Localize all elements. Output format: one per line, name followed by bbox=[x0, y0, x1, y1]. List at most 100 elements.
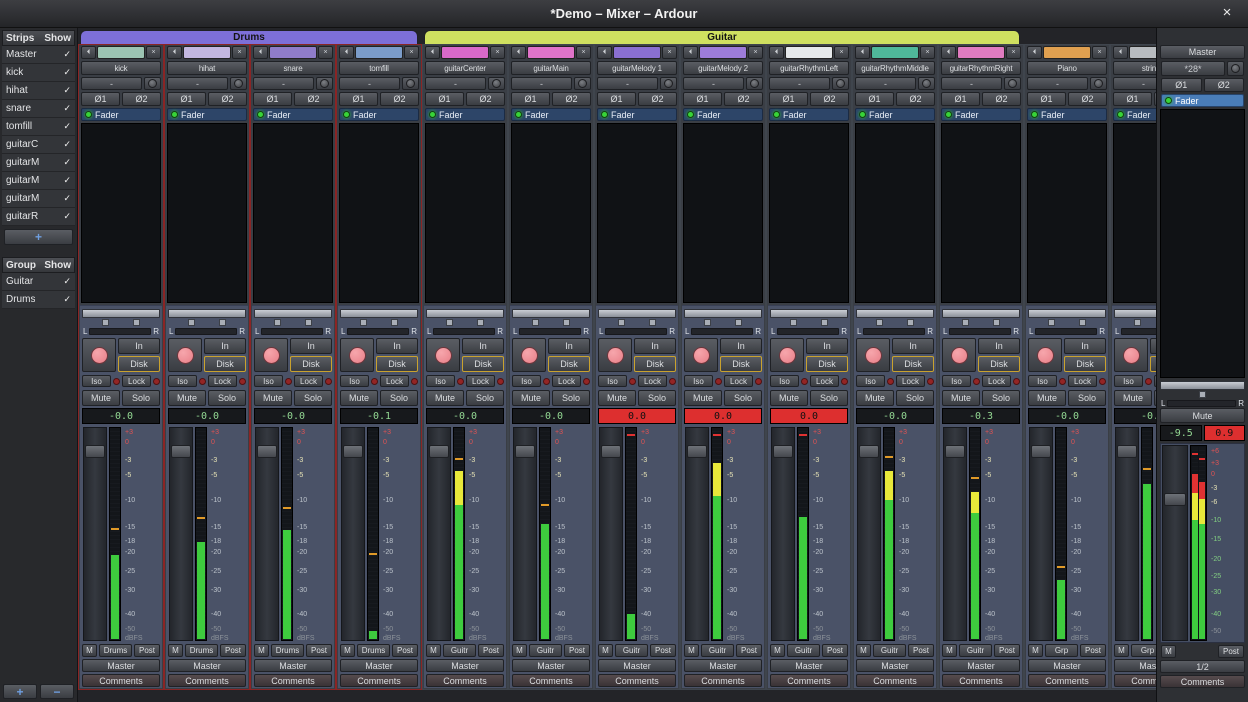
pan-width-track[interactable] bbox=[777, 328, 839, 335]
strip-name-button[interactable]: guitarRhythmRight bbox=[941, 61, 1021, 75]
record-enable-button[interactable] bbox=[942, 338, 976, 372]
master-trim-knob[interactable] bbox=[1227, 61, 1244, 76]
level-meter[interactable] bbox=[711, 427, 723, 641]
panner[interactable]: L R bbox=[770, 308, 848, 336]
fader-slider[interactable] bbox=[83, 427, 107, 641]
master-meter-bar-0[interactable] bbox=[1192, 447, 1198, 639]
solo-isolate-button[interactable]: Iso bbox=[770, 375, 799, 387]
solo-lock-button[interactable]: Lock bbox=[380, 375, 409, 387]
pan-width-track[interactable] bbox=[1167, 400, 1236, 407]
sidebar-strip-row-5[interactable]: guitarC ✓ bbox=[2, 136, 75, 154]
pan-width-track[interactable] bbox=[519, 328, 581, 335]
monitor-input-button[interactable]: In bbox=[290, 338, 332, 354]
strip-scroll-left-button[interactable]: ⏴ bbox=[683, 46, 698, 59]
strip-name-button[interactable]: guitarRhythmLeft bbox=[769, 61, 849, 75]
processor-box[interactable] bbox=[425, 123, 505, 303]
pan-handle-right[interactable] bbox=[305, 319, 312, 326]
record-enable-button[interactable] bbox=[1028, 338, 1062, 372]
visible-check[interactable]: ✓ bbox=[63, 211, 71, 222]
pan-handle-left[interactable] bbox=[102, 319, 109, 326]
strip-close-button[interactable]: × bbox=[748, 46, 763, 59]
fader-slider[interactable] bbox=[341, 427, 365, 641]
strip-close-button[interactable]: × bbox=[576, 46, 591, 59]
strip-name-button[interactable]: strings bbox=[1113, 61, 1156, 75]
solo-lock-button[interactable]: Lock bbox=[638, 375, 667, 387]
strip-close-button[interactable]: × bbox=[232, 46, 247, 59]
group-name-button[interactable]: Guitr bbox=[529, 644, 562, 657]
master-meter-bar-1[interactable] bbox=[1199, 447, 1205, 639]
monitor-disk-button[interactable]: Disk bbox=[204, 356, 246, 372]
trim-knob[interactable] bbox=[316, 77, 333, 90]
solo-isolate-led[interactable] bbox=[1059, 378, 1066, 385]
phase-invert-1-button[interactable]: Ø1 bbox=[855, 92, 894, 106]
pan-handle-left[interactable] bbox=[274, 319, 281, 326]
monitor-disk-button[interactable]: Disk bbox=[376, 356, 418, 372]
titlebar[interactable]: *Demo – Mixer – Ardour × bbox=[0, 0, 1248, 28]
strip-color-swatch[interactable] bbox=[441, 46, 489, 59]
trim-knob[interactable] bbox=[832, 77, 849, 90]
solo-isolate-button[interactable]: Iso bbox=[254, 375, 283, 387]
fader-processor-entry[interactable]: Fader bbox=[1027, 108, 1107, 121]
strip-scroll-left-button[interactable]: ⏴ bbox=[167, 46, 182, 59]
pan-width-track[interactable] bbox=[433, 328, 495, 335]
phase-invert-1-button[interactable]: Ø1 bbox=[683, 92, 722, 106]
meter-point-button[interactable]: Post bbox=[1080, 644, 1106, 657]
strip-name-button[interactable]: guitarMain bbox=[511, 61, 591, 75]
visible-check[interactable]: ✓ bbox=[63, 49, 71, 60]
master-fader-processor[interactable]: Fader bbox=[1161, 94, 1244, 107]
phase-invert-2-button[interactable]: Ø2 bbox=[810, 92, 849, 106]
solo-isolate-button[interactable]: Iso bbox=[942, 375, 971, 387]
strip-name-button[interactable]: hihat bbox=[167, 61, 247, 75]
gain-display[interactable]: -0.0 bbox=[1114, 408, 1156, 424]
phase-invert-1-button[interactable]: Ø1 bbox=[81, 92, 120, 106]
strip-close-button[interactable]: × bbox=[490, 46, 505, 59]
processor-box[interactable] bbox=[683, 123, 763, 303]
comments-button[interactable]: Comments bbox=[82, 674, 160, 687]
solo-button[interactable]: Solo bbox=[724, 390, 762, 406]
strip-close-button[interactable]: × bbox=[662, 46, 677, 59]
strip-scroll-left-button[interactable]: ⏴ bbox=[425, 46, 440, 59]
mute-button[interactable]: Mute bbox=[598, 390, 636, 406]
fader-processor-entry[interactable]: Fader bbox=[769, 108, 849, 121]
solo-lock-led[interactable] bbox=[1099, 378, 1106, 385]
solo-isolate-button[interactable]: Iso bbox=[856, 375, 885, 387]
phase-invert-1-button[interactable]: Ø1 bbox=[253, 92, 292, 106]
record-enable-button[interactable] bbox=[426, 338, 460, 372]
monitor-disk-button[interactable]: Disk bbox=[462, 356, 504, 372]
pan-bar[interactable] bbox=[1160, 381, 1245, 390]
fader-handle[interactable] bbox=[601, 445, 621, 458]
processor-active-led[interactable] bbox=[773, 111, 780, 118]
pan-width-track[interactable] bbox=[691, 328, 753, 335]
panner[interactable]: L R bbox=[426, 308, 504, 336]
solo-isolate-button[interactable]: Iso bbox=[684, 375, 713, 387]
fader-handle[interactable] bbox=[687, 445, 707, 458]
mute-button[interactable]: Mute bbox=[426, 390, 464, 406]
level-meter[interactable] bbox=[969, 427, 981, 641]
pan-bar[interactable] bbox=[254, 309, 332, 318]
group-select-button[interactable]: - bbox=[253, 77, 314, 90]
gain-display[interactable]: -0.0 bbox=[426, 408, 504, 424]
level-meter[interactable] bbox=[453, 427, 465, 641]
solo-lock-button[interactable]: Lock bbox=[552, 375, 581, 387]
fader-slider[interactable] bbox=[685, 427, 709, 641]
solo-button[interactable]: Solo bbox=[122, 390, 160, 406]
group-tab-drums[interactable]: Drums bbox=[80, 30, 418, 44]
panner[interactable]: L R bbox=[512, 308, 590, 336]
visible-check[interactable]: ✓ bbox=[63, 103, 71, 114]
processor-active-led[interactable] bbox=[1165, 97, 1172, 104]
fader-slider[interactable] bbox=[255, 427, 279, 641]
strip-color-swatch[interactable] bbox=[871, 46, 919, 59]
processor-active-led[interactable] bbox=[687, 111, 694, 118]
fader-processor-entry[interactable]: Fader bbox=[683, 108, 763, 121]
pan-handle-right[interactable] bbox=[477, 319, 484, 326]
pan-width-track[interactable] bbox=[949, 328, 1011, 335]
strip-name-button[interactable]: guitarMelody 1 bbox=[597, 61, 677, 75]
sidebar-strip-row-4[interactable]: tomfill ✓ bbox=[2, 118, 75, 136]
group-name-button[interactable]: Drums bbox=[99, 644, 132, 657]
record-enable-button[interactable] bbox=[82, 338, 116, 372]
meter-point-button[interactable]: Post bbox=[822, 644, 848, 657]
pan-handle-left[interactable] bbox=[704, 319, 711, 326]
fader-handle[interactable] bbox=[945, 445, 965, 458]
solo-isolate-button[interactable]: Iso bbox=[82, 375, 111, 387]
trim-knob[interactable] bbox=[1090, 77, 1107, 90]
